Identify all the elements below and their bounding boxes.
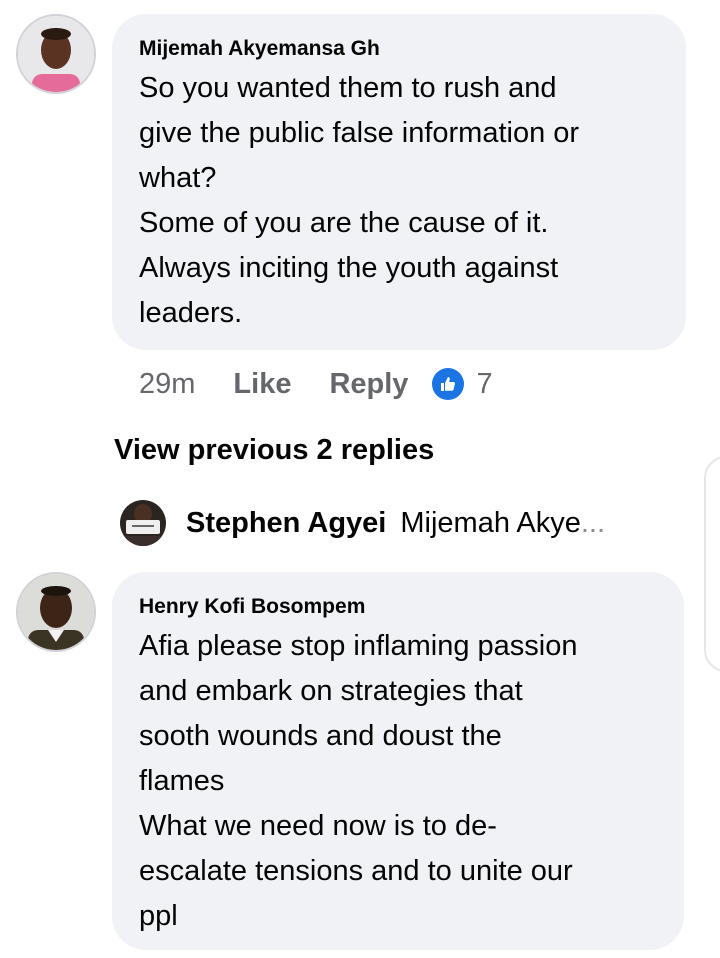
reaction-count[interactable]: 7 [476,368,492,401]
reply-preview-text: Mijemah Akye [400,506,581,539]
comment-text: Afia please stop inflaming passion and e… [139,630,578,932]
profile-photo-icon [18,574,94,650]
reply-preview[interactable]: Stephen Agyei Mijemah Akye... [120,500,605,546]
comment-bubble: Mijemah Akyemansa Gh So you wanted them … [112,14,686,350]
reply-preview-ellipsis: ... [580,506,606,539]
comment-time[interactable]: 29m [139,368,195,401]
thumbs-up-icon[interactable] [432,368,465,400]
reply-button[interactable]: Reply [329,368,408,401]
comment-author[interactable]: Henry Kofi Bosompem [139,594,658,620]
edge-card [704,456,720,672]
profile-photo-icon [120,500,166,546]
profile-photo-icon [18,16,94,92]
comment-text: So you wanted them to rush and give the … [139,72,580,329]
reply-preview-author: Stephen Agyei [186,506,387,539]
comment-actions: 29m Like Reply 7 [139,364,493,404]
comment-author[interactable]: Mijemah Akyemansa Gh [139,36,660,62]
avatar-henry[interactable] [16,572,96,652]
view-previous-replies-link[interactable]: View previous 2 replies [114,434,434,467]
avatar-mijemah[interactable] [16,14,96,94]
like-button[interactable]: Like [233,368,291,401]
comment-bubble: Henry Kofi Bosompem Afia please stop inf… [112,572,684,950]
avatar-stephen[interactable] [120,500,166,546]
